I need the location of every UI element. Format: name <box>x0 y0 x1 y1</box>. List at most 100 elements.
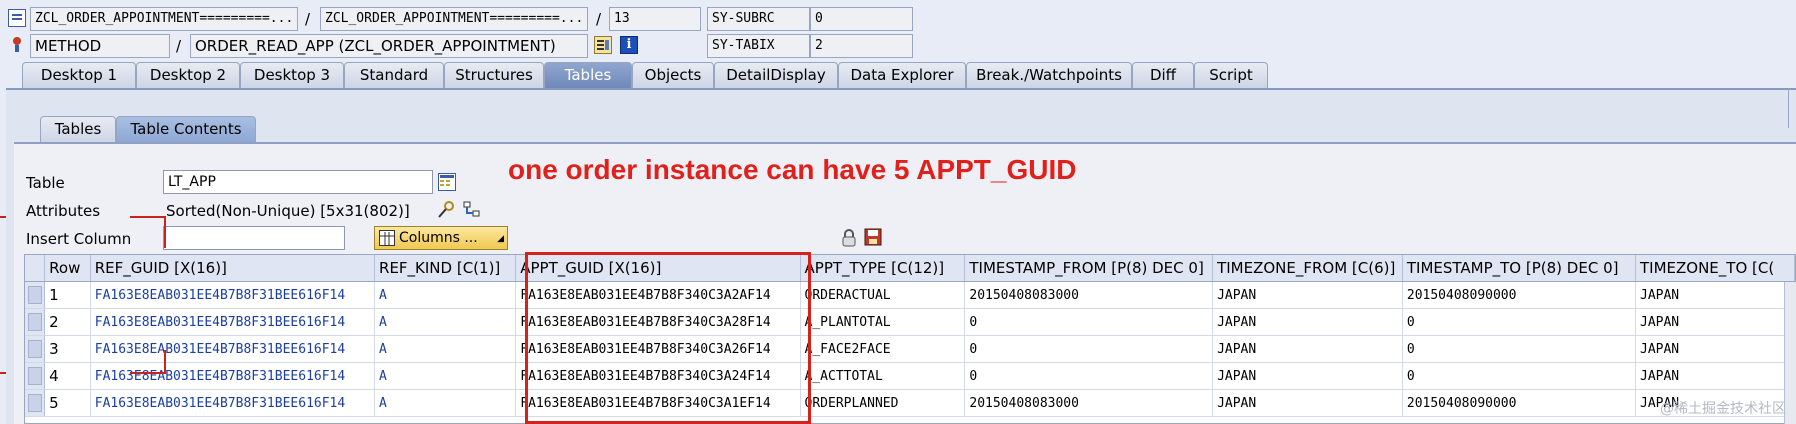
row-number: 1 <box>44 281 91 309</box>
tab-breakpoints[interactable]: Break./Watchpoints <box>966 62 1132 88</box>
timezone-to-cell[interactable]: JAPAN <box>1635 308 1795 336</box>
attributes-label: Attributes <box>26 202 101 220</box>
tab-data-explorer[interactable]: Data Explorer <box>838 62 966 88</box>
insert-column-label: Insert Column <box>26 230 132 248</box>
ref-guid-cell[interactable]: FA163E8EAB031EE4B7B8F31BEE616F14 <box>90 335 376 363</box>
timestamp-to-cell[interactable]: 20150408090000 <box>1402 281 1637 309</box>
columns-button[interactable]: Columns ... ◢ <box>374 226 508 250</box>
timezone-to-cell[interactable]: JAPAN <box>1635 335 1795 363</box>
timestamp-from-cell[interactable]: 0 <box>964 308 1214 336</box>
appt-guid-highlight-box <box>525 252 811 424</box>
row-number: 5 <box>44 389 91 417</box>
row-selector[interactable] <box>25 389 46 417</box>
display-source-icon[interactable] <box>594 36 612 54</box>
ref-kind-cell[interactable]: A <box>374 335 517 363</box>
appt-type-cell[interactable]: ORDERACTUAL <box>800 281 966 309</box>
timezone-to-cell[interactable]: JAPAN <box>1635 281 1795 309</box>
tab-diff[interactable]: Diff <box>1132 62 1194 88</box>
annotation-line <box>164 216 166 248</box>
ref-guid-cell[interactable]: FA163E8EAB031EE4B7B8F31BEE616F14 <box>90 281 376 309</box>
row-selector[interactable] <box>25 281 46 309</box>
line-separator: / <box>596 10 602 28</box>
table-row[interactable]: 1 FA163E8EAB031EE4B7B8F31BEE616F14 A FA1… <box>25 281 1795 309</box>
tab-objects[interactable]: Objects <box>632 62 714 88</box>
table-contents-grid: Row REF_GUID [X(16)] REF_KIND [C(1)] APP… <box>24 254 1796 424</box>
timezone-from-cell[interactable]: JAPAN <box>1212 389 1403 417</box>
info-icon[interactable]: i <box>620 36 638 54</box>
row-number: 4 <box>44 362 91 390</box>
appt-type-cell[interactable]: A_FACE2FACE <box>800 335 966 363</box>
tab-desktop-1[interactable]: Desktop 1 <box>22 62 136 88</box>
row-selector[interactable] <box>25 362 46 390</box>
table-row[interactable]: 4 FA163E8EAB031EE4B7B8F31BEE616F14 A FA1… <box>25 362 1795 390</box>
timestamp-to-cell[interactable]: 20150408090000 <box>1402 389 1637 417</box>
column-header-row[interactable]: Row <box>44 255 91 282</box>
appt-type-cell[interactable]: ORDERPLANNED <box>800 389 966 417</box>
line-number-field[interactable]: 13 <box>609 7 701 31</box>
timezone-from-cell[interactable]: JAPAN <box>1212 335 1403 363</box>
column-header-ref-kind[interactable]: REF_KIND [C(1)] <box>374 255 517 282</box>
tab-detaildisplay[interactable]: DetailDisplay <box>714 62 838 88</box>
appt-type-cell[interactable]: A_PLANTOTAL <box>800 308 966 336</box>
ref-guid-cell[interactable]: FA163E8EAB031EE4B7B8F31BEE616F14 <box>90 308 376 336</box>
annotation-line <box>130 216 166 218</box>
tab-standard[interactable]: Standard <box>344 62 444 88</box>
appt-type-cell[interactable]: A_ACTTOTAL <box>800 362 966 390</box>
tab-structures[interactable]: Structures <box>444 62 544 88</box>
row-number: 2 <box>44 308 91 336</box>
column-header-timezone-to[interactable]: TIMEZONE_TO [C( <box>1635 255 1795 282</box>
annotation-line <box>164 350 166 374</box>
table-row[interactable]: 3 FA163E8EAB031EE4B7B8F31BEE616F14 A FA1… <box>25 335 1795 363</box>
column-header-timestamp-from[interactable]: TIMESTAMP_FROM [P(8) DEC 0] <box>964 255 1214 282</box>
columns-button-label: Columns ... <box>399 230 478 246</box>
tab-tables[interactable]: Tables <box>544 62 632 88</box>
program-icon <box>8 9 26 27</box>
column-header-appt-type[interactable]: APPT_TYPE [C(12)] <box>800 255 966 282</box>
table-row[interactable]: 2 FA163E8EAB031EE4B7B8F31BEE616F14 A FA1… <box>25 308 1795 336</box>
ref-guid-cell[interactable]: FA163E8EAB031EE4B7B8F31BEE616F14 <box>90 389 376 417</box>
ref-kind-cell[interactable]: A <box>374 281 517 309</box>
timezone-from-cell[interactable]: JAPAN <box>1212 308 1403 336</box>
tab-desktop-3[interactable]: Desktop 3 <box>240 62 344 88</box>
subtab-tables[interactable]: Tables <box>40 116 116 142</box>
program-field[interactable]: ZCL_ORDER_APPOINTMENT=========... <box>30 7 298 31</box>
splitter-handle[interactable] <box>1788 88 1796 128</box>
tab-script[interactable]: Script <box>1194 62 1268 88</box>
table-name-input[interactable]: LT_APP <box>163 170 433 194</box>
hierarchy-icon[interactable] <box>462 200 480 218</box>
annotation-text: one order instance can have 5 APPT_GUID <box>508 154 1077 185</box>
sysvar-value-tabix[interactable]: 2 <box>810 34 913 58</box>
timestamp-from-cell[interactable]: 0 <box>964 362 1214 390</box>
select-all-cell[interactable] <box>25 255 46 282</box>
subtab-table-contents[interactable]: Table Contents <box>116 116 256 142</box>
column-header-ref-guid[interactable]: REF_GUID [X(16)] <box>90 255 376 282</box>
timestamp-to-cell[interactable]: 0 <box>1402 335 1637 363</box>
dropdown-arrow-icon: ◢ <box>497 234 504 244</box>
include-field[interactable]: ZCL_ORDER_APPOINTMENT=========... <box>320 7 588 31</box>
tab-desktop-2[interactable]: Desktop 2 <box>136 62 240 88</box>
table-display-icon[interactable] <box>438 173 456 191</box>
timezone-from-cell[interactable]: JAPAN <box>1212 362 1403 390</box>
timestamp-from-cell[interactable]: 0 <box>964 335 1214 363</box>
ref-guid-cell[interactable]: FA163E8EAB031EE4B7B8F31BEE616F14 <box>90 362 376 390</box>
key-icon[interactable] <box>436 200 454 218</box>
row-selector[interactable] <box>25 335 46 363</box>
row-selector[interactable] <box>25 308 46 336</box>
timestamp-from-cell[interactable]: 20150408083000 <box>964 389 1214 417</box>
timestamp-from-cell[interactable]: 20150408083000 <box>964 281 1214 309</box>
save-icon[interactable] <box>864 228 882 246</box>
timestamp-to-cell[interactable]: 0 <box>1402 362 1637 390</box>
lock-icon[interactable] <box>840 228 858 247</box>
table-row[interactable]: 5 FA163E8EAB031EE4B7B8F31BEE616F14 A FA1… <box>25 389 1795 417</box>
ref-kind-cell[interactable]: A <box>374 362 517 390</box>
timezone-from-cell[interactable]: JAPAN <box>1212 281 1403 309</box>
timezone-to-cell[interactable]: JAPAN <box>1635 362 1795 390</box>
annotation-line <box>0 216 6 218</box>
ref-kind-cell[interactable]: A <box>374 389 517 417</box>
ref-kind-cell[interactable]: A <box>374 308 517 336</box>
column-header-timezone-from[interactable]: TIMEZONE_FROM [C(6)] <box>1212 255 1403 282</box>
timestamp-to-cell[interactable]: 0 <box>1402 308 1637 336</box>
insert-column-input[interactable] <box>163 226 345 250</box>
column-header-timestamp-to[interactable]: TIMESTAMP_TO [P(8) DEC 0] <box>1402 255 1637 282</box>
sysvar-value-subrc[interactable]: 0 <box>810 7 913 31</box>
